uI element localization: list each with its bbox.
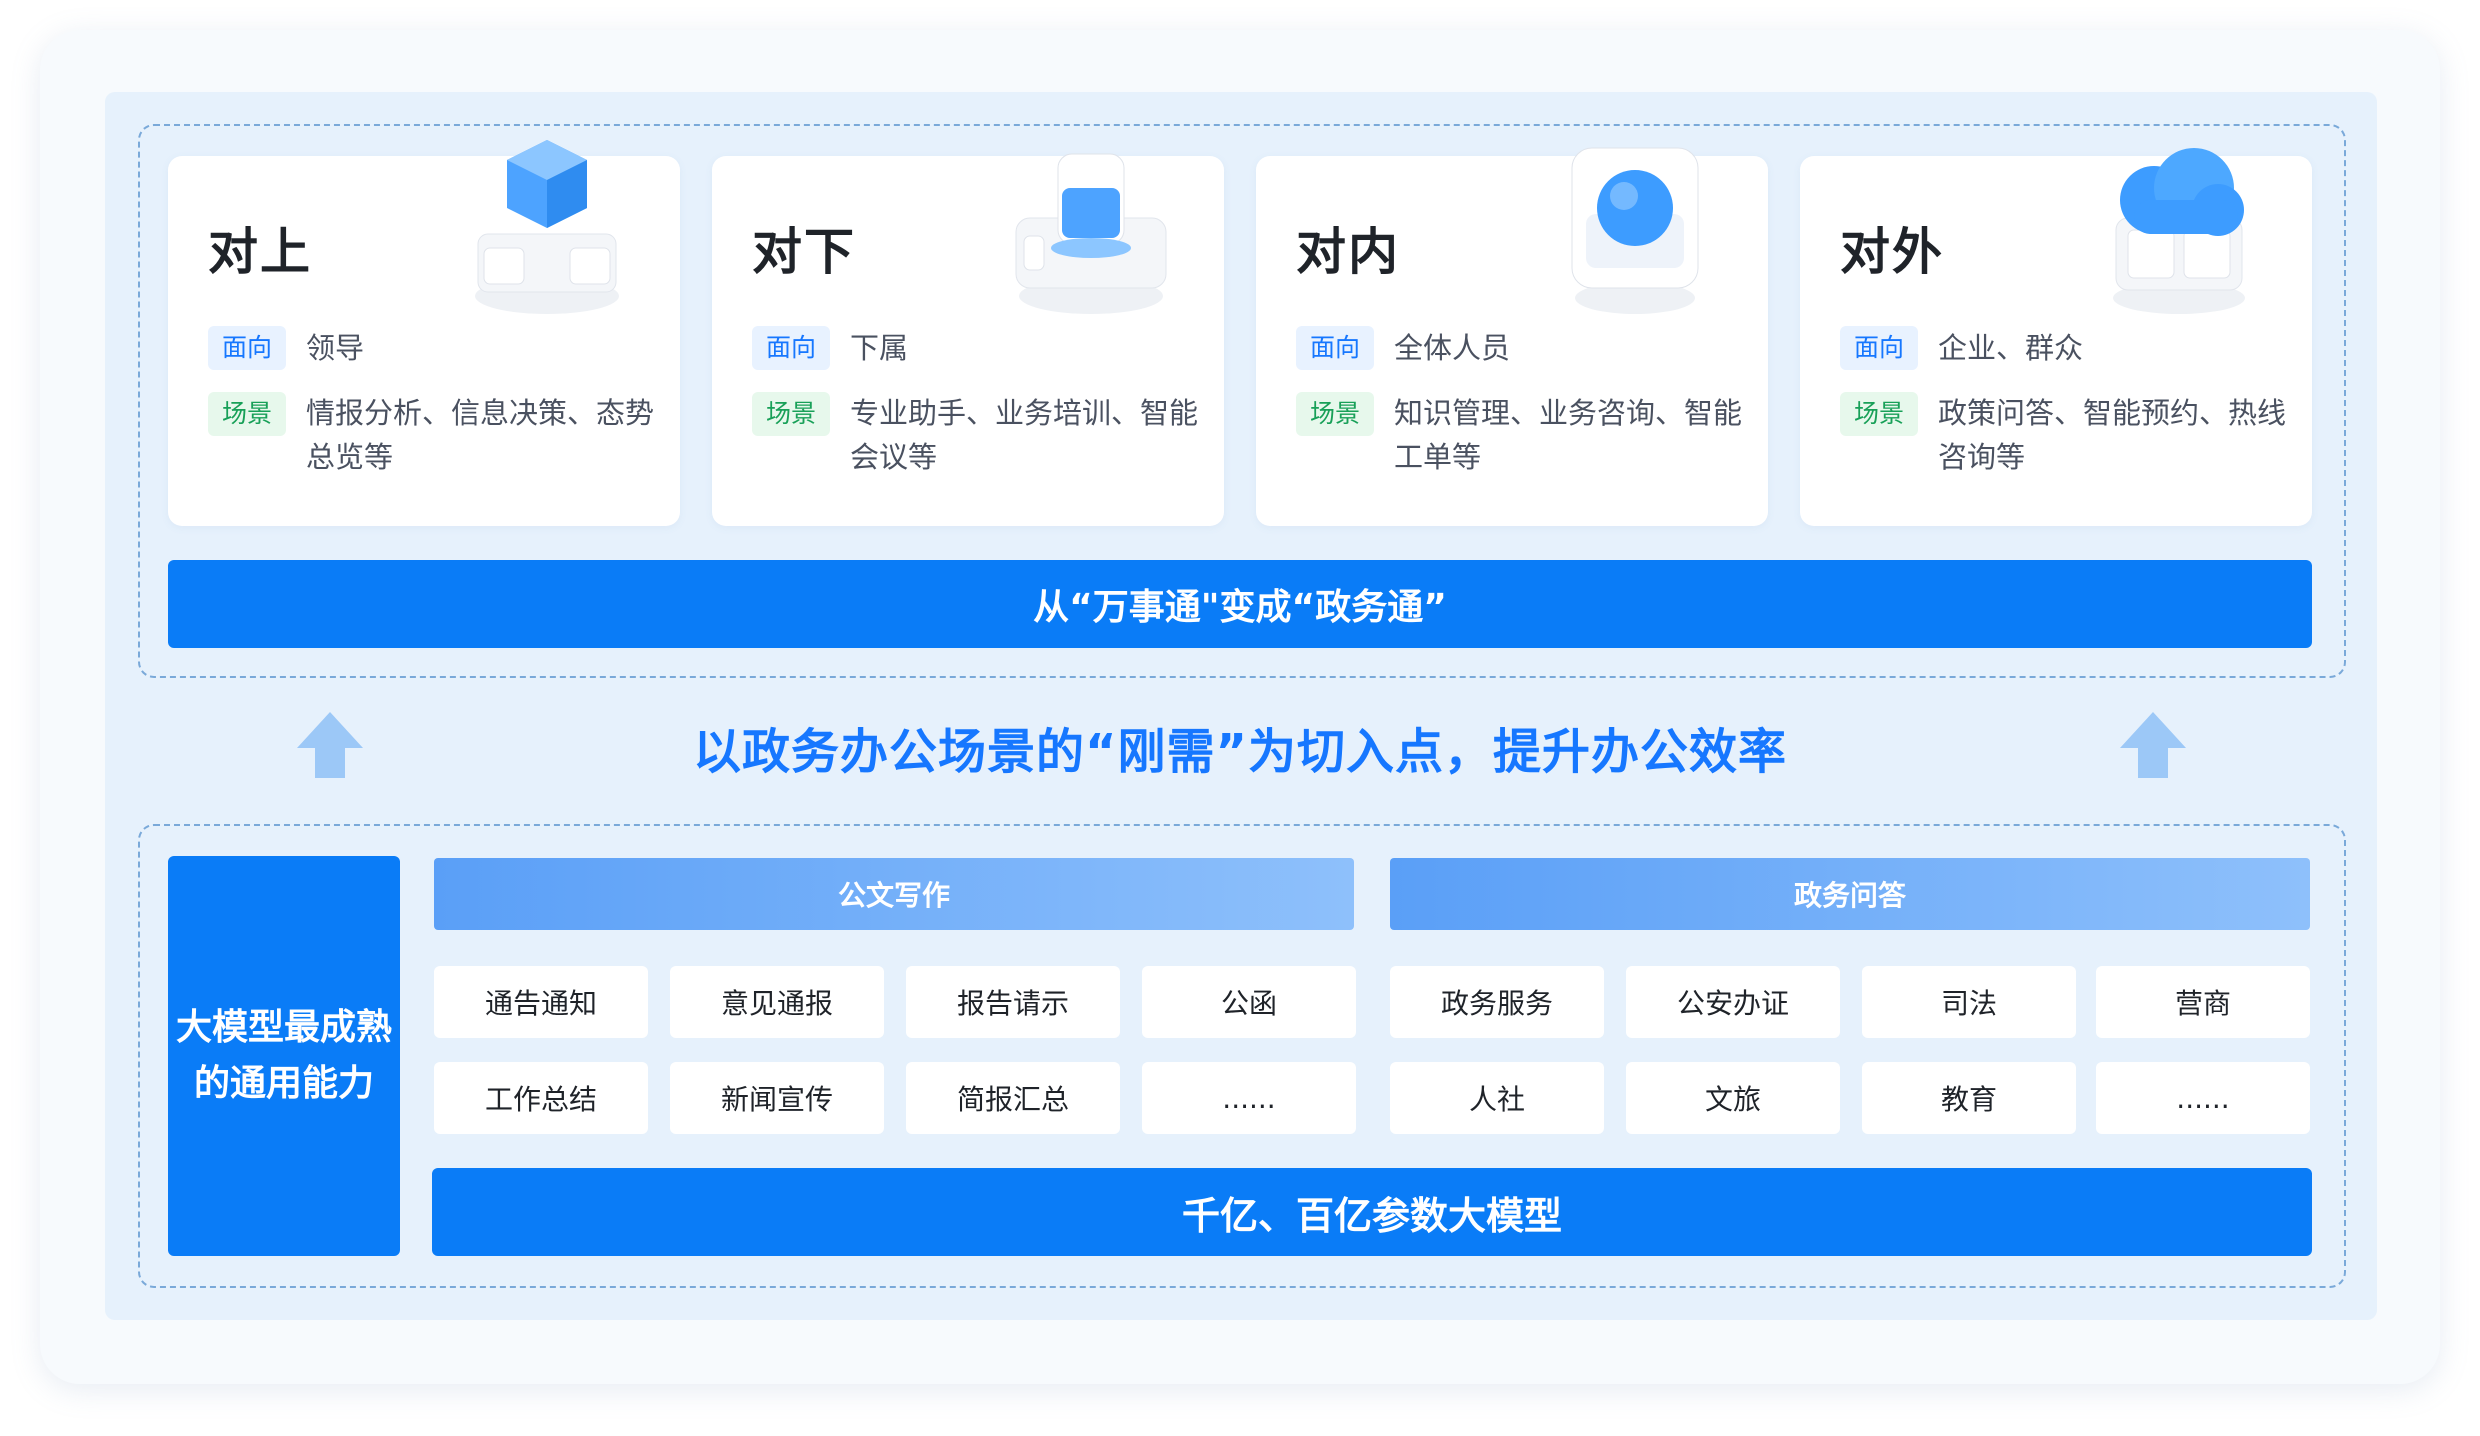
item-cell: 报告请示	[906, 966, 1120, 1038]
sphere-server-icon	[1571, 147, 1699, 314]
up-arrow-icon	[2120, 712, 2186, 778]
audience-tag: 面向	[208, 326, 287, 370]
audience-tag: 面向	[752, 326, 831, 370]
audience-tag: 面向	[1296, 326, 1375, 370]
audience-row: 面向 下属	[752, 326, 1200, 370]
audience-row: 面向 企业、群众	[1840, 326, 2288, 370]
scene-row: 场景 知识管理、业务咨询、智能工单等	[1296, 392, 1744, 479]
item-cell: 营商	[2096, 966, 2310, 1038]
item-cell: 意见通报	[670, 966, 884, 1038]
feature-title: 对下	[752, 223, 856, 281]
item-cell: 政务服务	[1390, 966, 1604, 1038]
item-cell: 公安办证	[1626, 966, 1840, 1038]
item-cell: 简报汇总	[906, 1062, 1120, 1134]
scene-tag: 场景	[208, 392, 287, 436]
slogan: 以政务办公场景的“刚需”为切入点，提升办公效率	[692, 724, 1788, 780]
audience-row: 面向 全体人员	[1296, 326, 1744, 370]
scene-row: 场景 政策问答、智能预约、热线咨询等	[1840, 392, 2288, 479]
feature-title: 对内	[1296, 223, 1400, 281]
item-cell: 公函	[1142, 966, 1356, 1038]
item-cell: 工作总结	[434, 1062, 648, 1134]
capability-line-1: 大模型最成熟	[175, 1007, 392, 1048]
item-cell: 新闻宣传	[670, 1062, 884, 1134]
category-header-qa: 政务问答	[1390, 858, 2310, 930]
capability-block: 大模型最成熟 的通用能力	[168, 856, 400, 1256]
feature-title: 对外	[1840, 223, 1944, 281]
audience-tag: 面向	[1840, 326, 1919, 370]
item-cell: 人社	[1390, 1062, 1604, 1134]
feature-card-inside: 对内 面向 全体人员 场景 知识管理、业务咨询、智能工单等	[1256, 147, 1768, 526]
category-header-writing: 公文写作	[434, 858, 1354, 930]
item-cell: ......	[1142, 1062, 1356, 1134]
scene-text: 知识管理、业务咨询、智能工单等	[1394, 396, 1743, 474]
feature-title: 对上	[208, 223, 312, 281]
scene-tag: 场景	[752, 392, 831, 436]
item-cell: 司法	[1862, 966, 2076, 1038]
audience-text: 下属	[850, 331, 909, 365]
scene-text: 专业助手、业务培训、智能会议等	[850, 396, 1199, 474]
bottom-banner: 千亿、百亿参数大模型	[432, 1168, 2312, 1256]
audience-text: 领导	[306, 331, 365, 365]
scene-text: 政策问答、智能预约、热线咨询等	[1938, 396, 2287, 474]
audience-text: 企业、群众	[1938, 331, 2084, 365]
cylinder-server-icon	[1015, 153, 1167, 314]
item-cell: 通告通知	[434, 966, 648, 1038]
feature-card-down: 对下 面向 下属 场景 专业助手、业务培训、智能会议等	[712, 153, 1224, 526]
cube-server-icon	[475, 140, 619, 314]
capability-line-2: 的通用能力	[193, 1063, 374, 1104]
feature-card-outside: 对外 面向 企业、群众 场景 政策问答、智能预约、热线咨询等	[1800, 148, 2312, 526]
item-cell: ......	[2096, 1062, 2310, 1134]
top-banner: 从“万事通"变成“政务通”	[168, 560, 2312, 648]
scene-row: 场景 情报分析、信息决策、态势总览等	[208, 392, 656, 479]
item-cell: 文旅	[1626, 1062, 1840, 1134]
cloud-server-icon	[2113, 148, 2245, 314]
item-cell: 教育	[1862, 1062, 2076, 1134]
scene-text: 情报分析、信息决策、态势总览等	[306, 396, 655, 474]
audience-row: 面向 领导	[208, 326, 656, 370]
scene-tag: 场景	[1296, 392, 1375, 436]
feature-card-up: 对上 面向 领导 场景 情报分析、信息决策、态势总览等	[168, 140, 680, 526]
scene-tag: 场景	[1840, 392, 1919, 436]
scene-row: 场景 专业助手、业务培训、智能会议等	[752, 392, 1200, 479]
audience-text: 全体人员	[1394, 331, 1511, 365]
